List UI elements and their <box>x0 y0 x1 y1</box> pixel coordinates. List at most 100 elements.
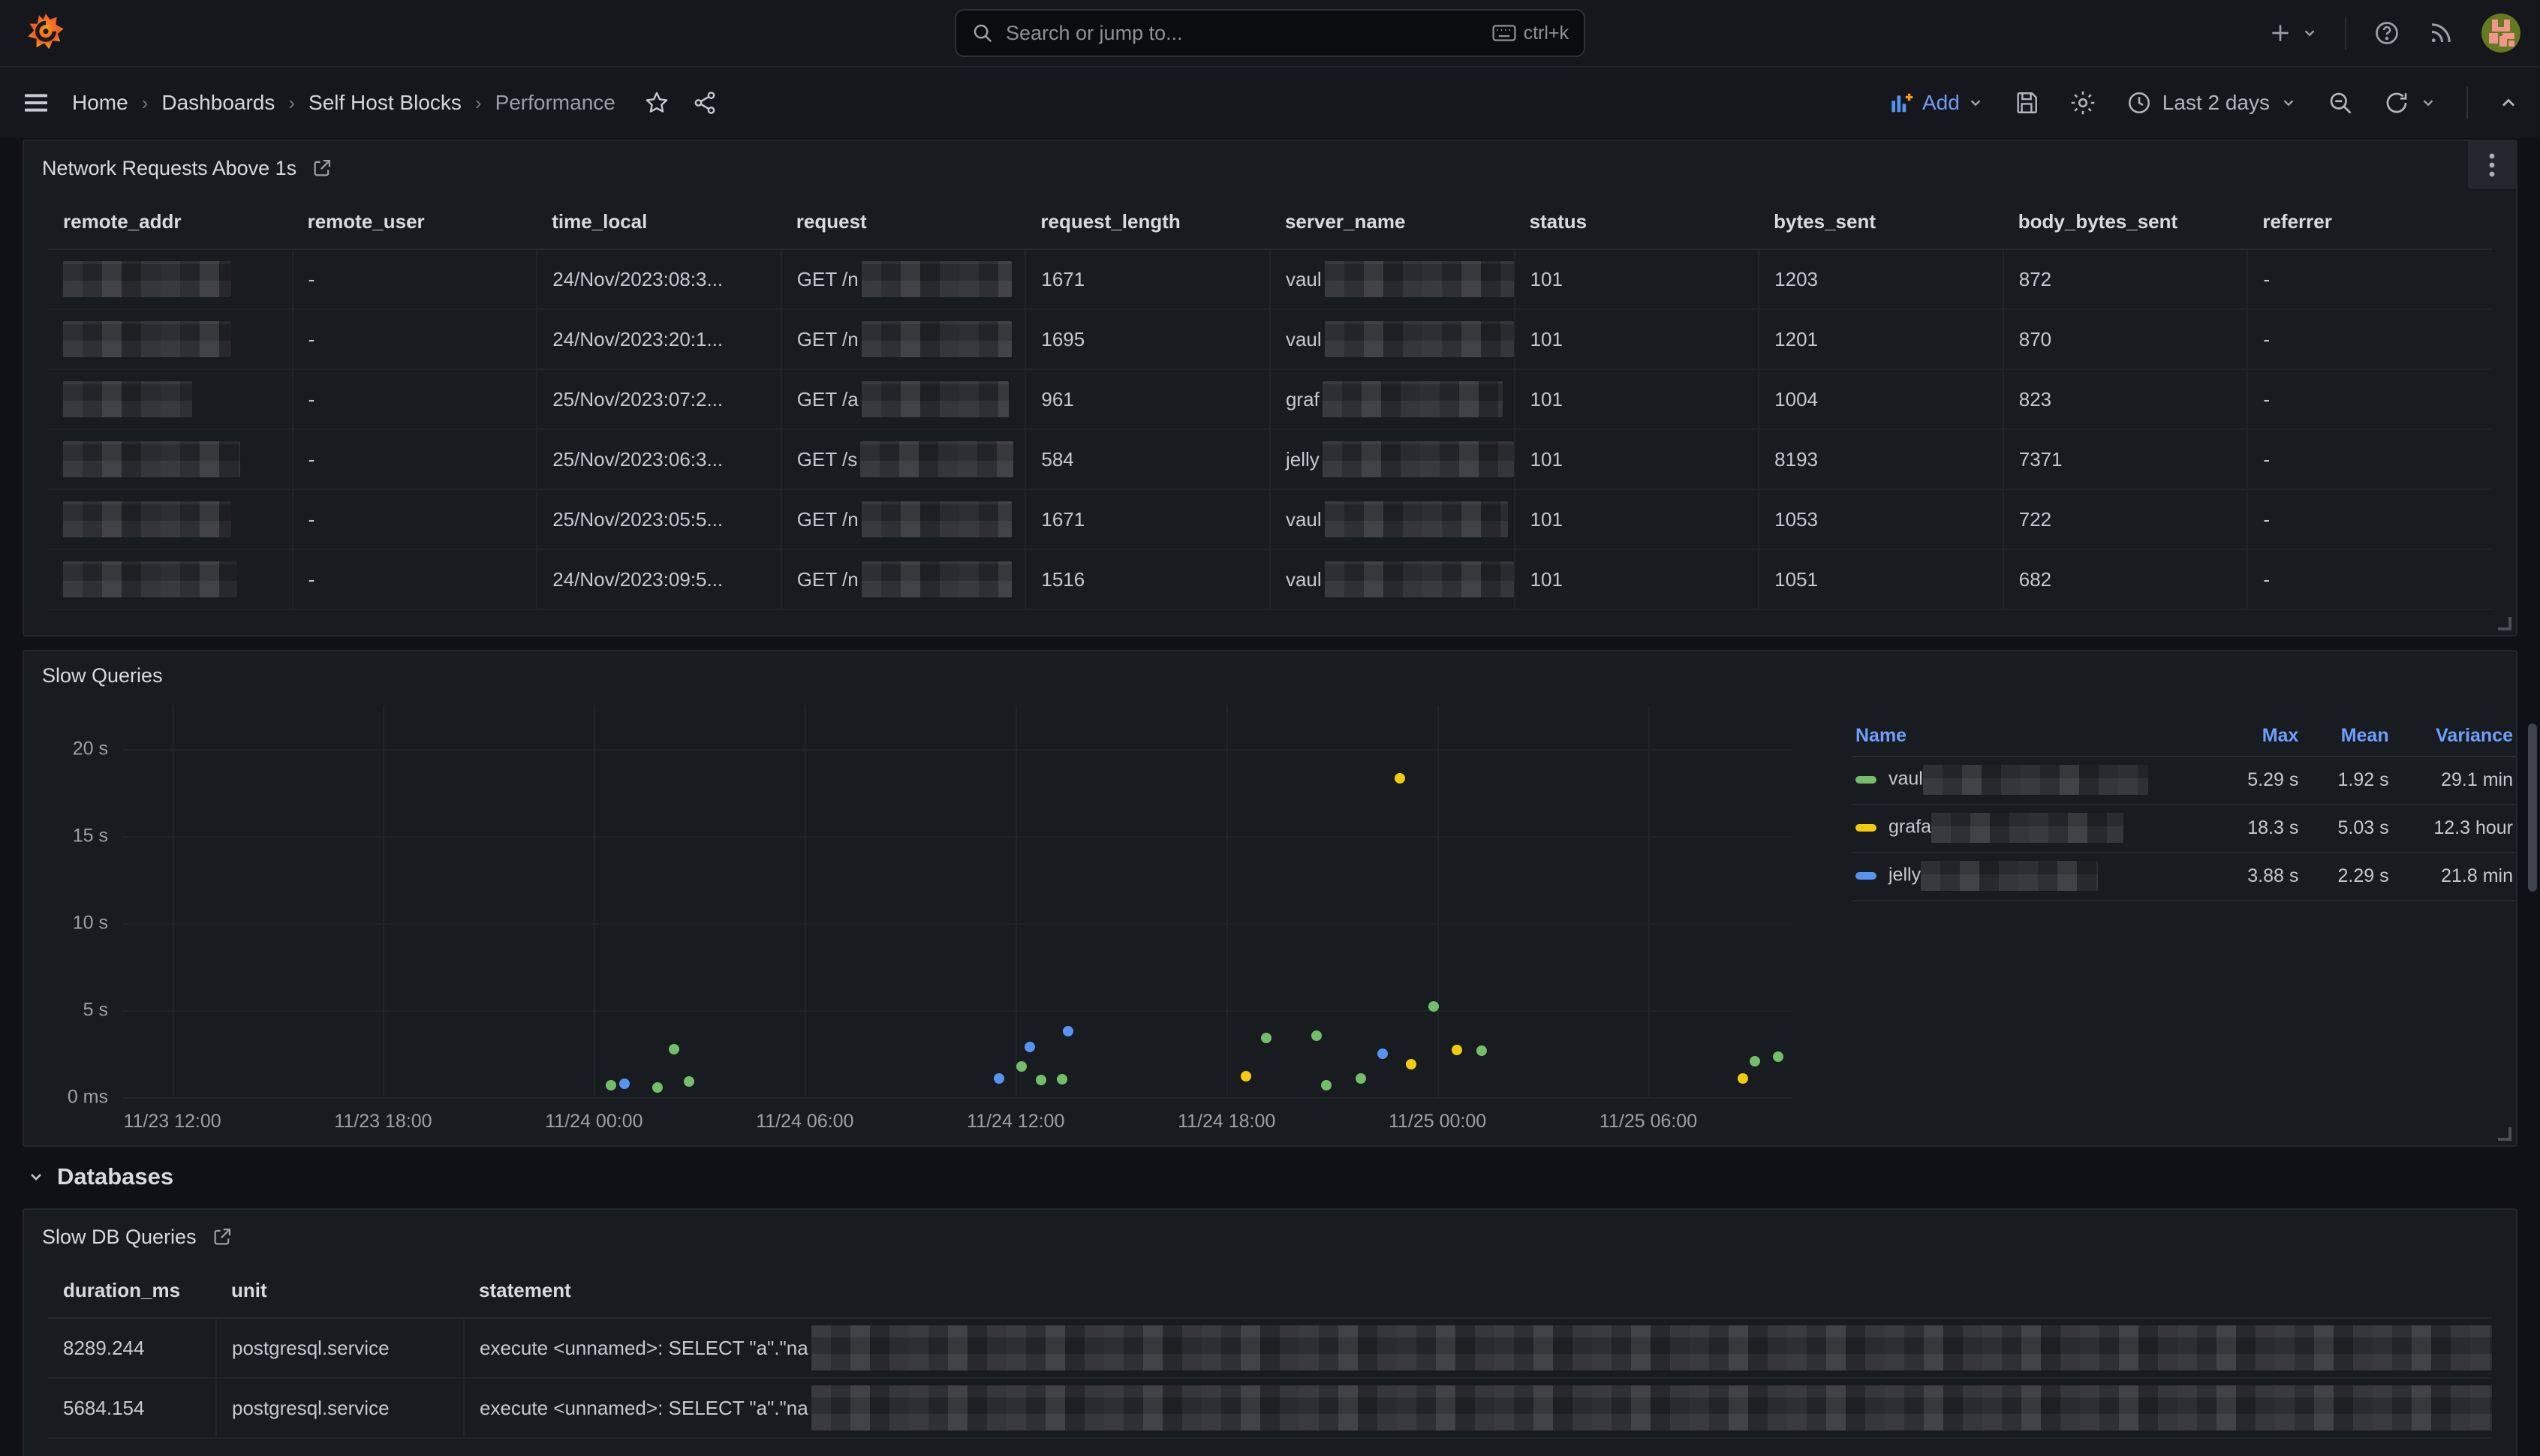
cell-server-name: vaul <box>1270 489 1515 549</box>
scatter-point[interactable] <box>1356 1073 1366 1084</box>
scatter-point[interactable] <box>669 1044 679 1054</box>
panel-header[interactable]: Slow DB Queries <box>24 1210 2516 1264</box>
scatter-point[interactable] <box>1016 1061 1027 1072</box>
favorite-star-button[interactable] <box>644 90 670 116</box>
zoom-out-time-button[interactable] <box>2327 89 2354 116</box>
news-button[interactable] <box>2427 20 2454 47</box>
scatter-point[interactable] <box>1025 1042 1035 1052</box>
legend-series-name[interactable]: grafa <box>1852 805 2211 853</box>
series-color-pill <box>1855 872 1876 880</box>
scatter-point[interactable] <box>1321 1080 1332 1090</box>
help-button[interactable] <box>2373 20 2400 47</box>
y-axis-tick-label: 10 s <box>73 913 123 934</box>
save-dashboard-button[interactable] <box>2014 90 2039 116</box>
table-row: 8289.244 postgresql.service execute <unn… <box>48 1318 2492 1378</box>
column-header[interactable]: bytes_sent <box>1759 195 2003 249</box>
legend-column-header[interactable]: Variance <box>2392 717 2516 757</box>
time-range-label: Last 2 days <box>2162 91 2270 115</box>
zoom-out-icon <box>2327 89 2354 116</box>
x-axis-tick-label: 11/23 18:00 <box>334 1097 432 1133</box>
cell-bytes-sent: 1004 <box>1759 369 2003 429</box>
y-axis-tick-label: 0 ms <box>68 1087 123 1109</box>
cell-statement: execute <unnamed>: SELECT "a"."na <box>464 1318 2492 1378</box>
dashboard-settings-button[interactable] <box>2069 89 2096 116</box>
x-gridline <box>1648 705 1650 1097</box>
legend-column-header[interactable]: Name <box>1852 717 2211 757</box>
scatter-point[interactable] <box>1773 1051 1783 1062</box>
scatter-point[interactable] <box>1476 1045 1487 1056</box>
panel-resize-handle[interactable] <box>2498 617 2511 630</box>
column-header[interactable]: server_name <box>1270 195 1515 249</box>
time-range-picker[interactable]: Last 2 days <box>2126 90 2297 116</box>
section-databases[interactable]: Databases <box>27 1163 173 1190</box>
breadcrumb: Home › Dashboards › Self Host Blocks › P… <box>72 90 718 116</box>
share-button[interactable] <box>692 90 718 116</box>
external-link-icon[interactable] <box>212 1226 233 1247</box>
scatter-point[interactable] <box>1311 1030 1322 1041</box>
legend-series-name[interactable]: jelly <box>1852 853 2211 901</box>
scatter-point[interactable] <box>684 1076 694 1087</box>
scatter-point[interactable] <box>1750 1056 1760 1066</box>
new-dropdown-button[interactable] <box>2268 21 2318 45</box>
search-placeholder: Search or jump to... <box>1006 22 1492 45</box>
column-header[interactable]: request_length <box>1025 195 1270 249</box>
scatter-point[interactable] <box>1057 1074 1067 1084</box>
column-header[interactable]: unit <box>216 1264 464 1318</box>
y-gridline <box>123 836 1792 838</box>
scatter-point[interactable] <box>1377 1048 1388 1059</box>
scatter-point[interactable] <box>652 1082 663 1093</box>
column-header[interactable]: time_local <box>537 195 781 249</box>
mega-menu-button[interactable] <box>21 88 51 118</box>
column-header[interactable]: remote_user <box>293 195 537 249</box>
column-header[interactable]: status <box>1515 195 1759 249</box>
legend-series-name[interactable]: vaul <box>1852 757 2211 805</box>
scatter-point[interactable] <box>1428 1001 1439 1012</box>
breadcrumb-home[interactable]: Home <box>72 91 128 115</box>
user-avatar[interactable] <box>2481 14 2520 53</box>
breadcrumb-dashboards[interactable]: Dashboards <box>161 91 275 115</box>
scatter-point[interactable] <box>606 1080 616 1090</box>
column-header[interactable]: statement <box>464 1264 2492 1318</box>
legend-mean: 5.03 s <box>2301 805 2391 853</box>
legend-column-header[interactable]: Mean <box>2301 717 2391 757</box>
scatter-point[interactable] <box>619 1078 630 1089</box>
table-row: - 25/Nov/2023:05:5... GET /n 1671 vaul 1… <box>48 489 2492 549</box>
x-gridline <box>173 705 174 1097</box>
panel-resize-handle[interactable] <box>2498 1127 2511 1141</box>
column-header[interactable]: request <box>781 195 1026 249</box>
grafana-logo-icon[interactable] <box>26 13 66 53</box>
redacted-blur <box>1325 561 1514 597</box>
y-gridline <box>123 749 1792 751</box>
collapse-toolbar-button[interactable] <box>2498 92 2519 113</box>
scatter-point[interactable] <box>1261 1033 1272 1043</box>
x-axis-tick-label: 11/23 12:00 <box>123 1097 221 1133</box>
column-header[interactable]: duration_ms <box>48 1264 216 1318</box>
scatter-point[interactable] <box>1063 1026 1073 1036</box>
table-row: - 25/Nov/2023:07:2... GET /a 961 graf 10… <box>48 369 2492 429</box>
redacted-blur <box>1325 261 1514 297</box>
column-header[interactable]: remote_addr <box>48 195 293 249</box>
cell-remote-user: - <box>293 249 537 309</box>
add-panel-button[interactable]: Add <box>1889 91 1984 115</box>
x-axis-tick-label: 11/24 18:00 <box>1178 1097 1275 1133</box>
keyboard-icon <box>1492 24 1516 42</box>
legend-column-header[interactable]: Max <box>2211 717 2301 757</box>
scatter-point[interactable] <box>1738 1073 1748 1084</box>
scatter-point[interactable] <box>1406 1059 1416 1069</box>
scatter-point[interactable] <box>1241 1071 1251 1081</box>
scatter-point[interactable] <box>1452 1045 1462 1055</box>
legend-scrollbar[interactable] <box>2528 723 2537 892</box>
cell-request-length: 1671 <box>1025 489 1270 549</box>
column-header[interactable]: referrer <box>2247 195 2492 249</box>
external-link-icon[interactable] <box>311 158 333 179</box>
scatter-point[interactable] <box>1395 773 1405 784</box>
panel-menu-button[interactable] <box>2468 141 2516 189</box>
scatter-point[interactable] <box>1036 1075 1046 1085</box>
column-header[interactable]: body_bytes_sent <box>2003 195 2248 249</box>
scatter-point[interactable] <box>994 1073 1004 1084</box>
refresh-picker[interactable] <box>2384 90 2436 116</box>
cell-remote-user: - <box>293 549 537 609</box>
panel-header[interactable]: Network Requests Above 1s <box>24 141 2516 195</box>
search-input[interactable]: Search or jump to... ctrl+k <box>955 9 1585 57</box>
breadcrumb-folder[interactable]: Self Host Blocks <box>308 91 462 115</box>
